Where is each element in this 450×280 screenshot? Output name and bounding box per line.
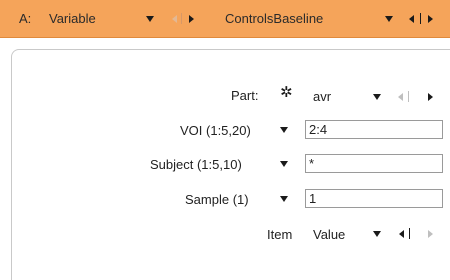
source-prefix-label: A: (19, 11, 32, 26)
voi-input[interactable] (305, 120, 443, 139)
item-label: Item (267, 227, 293, 242)
asterisk-tool-icon[interactable]: ✲ (280, 85, 293, 100)
series-value[interactable]: ControlsBaseline (225, 11, 323, 26)
part-dropdown-icon[interactable] (373, 94, 381, 100)
item-previous-icon[interactable] (399, 230, 404, 238)
subject-dropdown-icon[interactable] (280, 161, 288, 167)
part-next-icon[interactable] (428, 93, 433, 101)
source-value[interactable]: Variable (49, 11, 96, 26)
source-next-icon[interactable] (189, 15, 194, 23)
part-separator (408, 91, 409, 102)
part-value[interactable]: avr (313, 89, 331, 104)
series-dropdown-icon[interactable] (385, 16, 393, 22)
source-previous-icon[interactable] (172, 15, 177, 23)
subject-input[interactable] (305, 154, 443, 173)
series-separator (420, 13, 421, 24)
source-selector-bar: A: Variable ControlsBaseline (0, 0, 450, 38)
subject-label: Subject (1:5,10) (150, 157, 242, 172)
part-previous-icon[interactable] (398, 93, 403, 101)
source-dropdown-icon[interactable] (146, 16, 154, 22)
voi-label: VOI (1:5,20) (180, 123, 251, 138)
series-previous-icon[interactable] (409, 15, 414, 23)
sample-input[interactable] (305, 189, 443, 208)
item-separator (409, 228, 410, 239)
item-next-icon[interactable] (428, 230, 433, 238)
series-next-icon[interactable] (428, 15, 433, 23)
sample-label: Sample (1) (185, 192, 249, 207)
item-dropdown-icon[interactable] (373, 231, 381, 237)
source-separator (181, 13, 182, 24)
item-value[interactable]: Value (313, 227, 345, 242)
sample-dropdown-icon[interactable] (280, 196, 288, 202)
voi-dropdown-icon[interactable] (280, 127, 288, 133)
part-label: Part: (231, 88, 259, 103)
